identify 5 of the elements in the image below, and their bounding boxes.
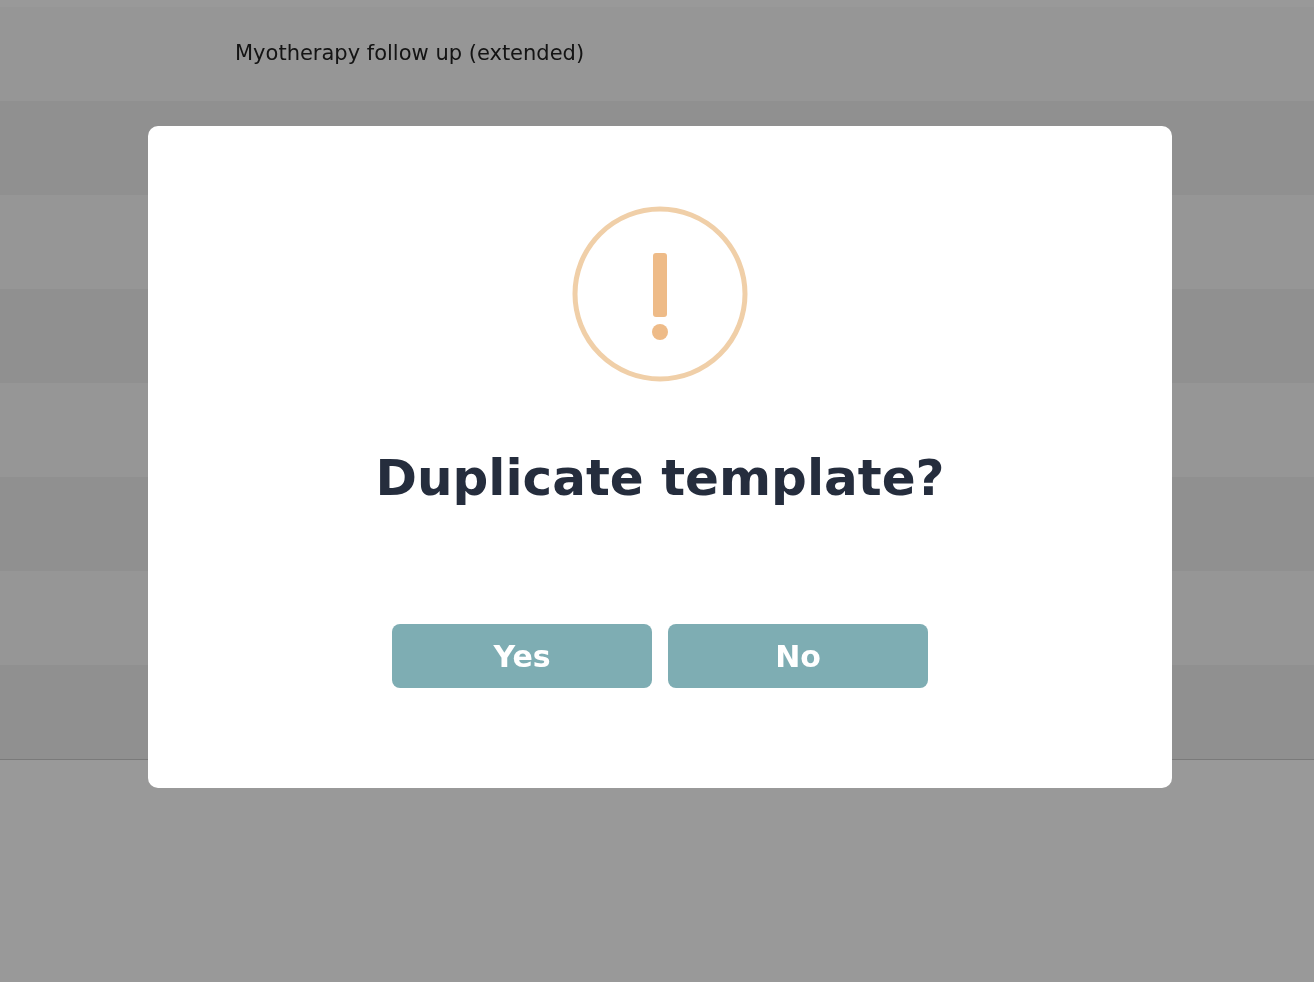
yes-button[interactable]: Yes bbox=[392, 624, 652, 688]
row-title: Myotherapy follow up (extended) bbox=[235, 40, 585, 68]
warning-icon bbox=[572, 206, 748, 382]
no-button[interactable]: No bbox=[668, 624, 928, 688]
dialog-title: Duplicate template? bbox=[375, 448, 945, 508]
